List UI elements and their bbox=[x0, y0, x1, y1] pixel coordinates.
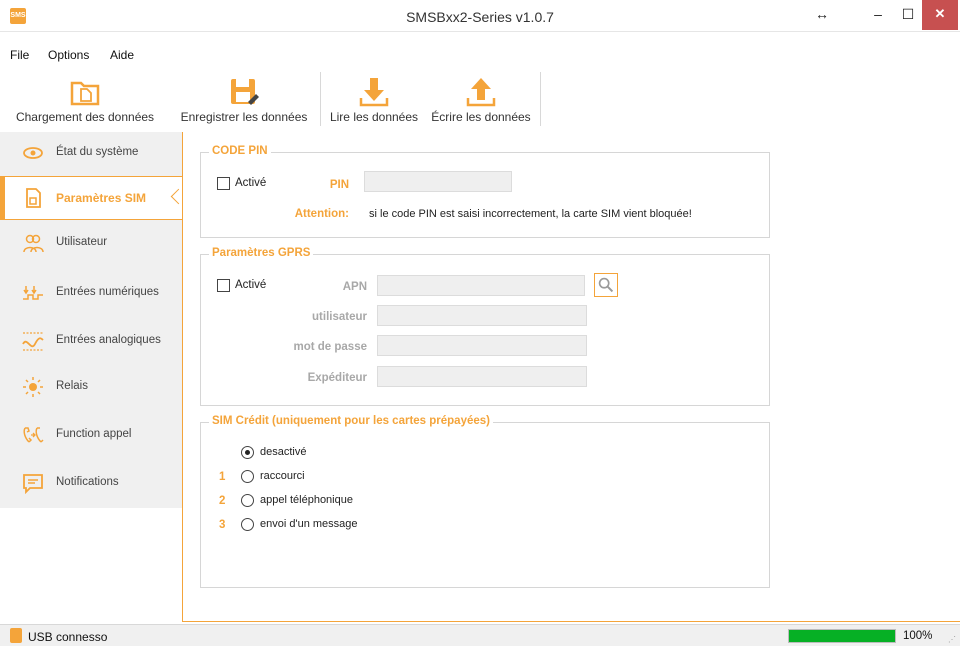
load-data-button[interactable]: Chargement des données bbox=[4, 72, 166, 130]
credit-radio-message[interactable] bbox=[241, 518, 254, 531]
gprs-sender-input[interactable] bbox=[377, 366, 587, 387]
apn-input[interactable] bbox=[377, 275, 585, 296]
sidebar-item-label: Function appel bbox=[56, 428, 132, 440]
gprs-password-label: mot de passe bbox=[293, 341, 368, 353]
maximize-button[interactable]: ☐ bbox=[894, 0, 922, 30]
read-data-button[interactable]: Lire les données bbox=[324, 72, 424, 130]
sidebar-item-label: État du système bbox=[56, 146, 139, 158]
sidebar-item-parametres-sim[interactable]: Paramètres SIM bbox=[0, 176, 182, 220]
save-icon bbox=[231, 79, 259, 105]
credit-option-label: raccourci bbox=[260, 470, 305, 482]
apn-label: APN bbox=[342, 281, 367, 293]
sidebar-item-function-appel[interactable]: Function appel bbox=[0, 414, 182, 458]
credit-radio-appel[interactable] bbox=[241, 494, 254, 507]
menu-file[interactable]: File bbox=[10, 48, 29, 62]
sidebar-item-entrees-numeriques[interactable]: Entrées numériques bbox=[0, 272, 182, 316]
load-data-label: Chargement des données bbox=[15, 110, 155, 124]
message-icon bbox=[23, 474, 43, 494]
sidebar-item-etat-systeme[interactable]: État du système bbox=[0, 132, 182, 176]
credit-option-number: 3 bbox=[219, 519, 226, 531]
credit-option-label: envoi d'un message bbox=[260, 518, 358, 530]
download-arrow-icon bbox=[359, 78, 389, 107]
sidebar-item-relais[interactable]: Relais bbox=[0, 366, 182, 410]
resize-grip[interactable]: ⋰ bbox=[948, 635, 956, 644]
credit-option-label: appel téléphonique bbox=[260, 494, 353, 506]
gprs-enabled-label: Activé bbox=[235, 279, 267, 291]
sidebar-item-label: Paramètres SIM bbox=[56, 191, 147, 205]
toolbar-separator bbox=[540, 72, 541, 126]
sidebar: État du système Paramètres SIM Utilisate… bbox=[0, 132, 182, 508]
pin-group: CODE PIN Activé PIN Attention: si le cod… bbox=[200, 145, 770, 238]
credit-group: SIM Crédit (uniquement pour les cartes p… bbox=[200, 415, 770, 588]
eye-icon bbox=[23, 147, 43, 159]
pin-input[interactable] bbox=[364, 171, 512, 192]
users-icon bbox=[23, 234, 44, 253]
close-button[interactable]: ✕ bbox=[922, 0, 958, 30]
pin-label: PIN bbox=[329, 179, 349, 191]
toolbar-separator bbox=[320, 72, 321, 126]
content-border bbox=[182, 621, 960, 622]
apn-search-button[interactable] bbox=[594, 273, 618, 297]
credit-option-number: 1 bbox=[219, 471, 226, 483]
sidebar-item-label: Relais bbox=[56, 380, 88, 392]
credit-radio-desactive[interactable] bbox=[241, 446, 254, 459]
gprs-group-title: Paramètres GPRS bbox=[209, 247, 314, 259]
pin-enabled-label: Activé bbox=[235, 177, 267, 189]
title-bar: SMS SMSBxx2-Series v1.0.7 ↔ – ☐ ✕ bbox=[0, 0, 960, 32]
attention-label: Attention: bbox=[294, 208, 349, 220]
sidebar-item-label: Entrées numériques bbox=[56, 286, 159, 298]
gprs-enabled-checkbox[interactable] bbox=[217, 279, 230, 292]
progress-text: 100% bbox=[903, 630, 933, 642]
write-data-label: Écrire les données bbox=[431, 110, 531, 124]
progress-bar bbox=[788, 629, 896, 643]
save-data-button[interactable]: Enregistrer les données bbox=[176, 72, 312, 130]
credit-group-title: SIM Crédit (uniquement pour les cartes p… bbox=[209, 415, 493, 427]
read-data-label: Lire les données bbox=[329, 110, 419, 124]
upload-arrow-icon bbox=[466, 78, 496, 107]
digital-input-icon bbox=[23, 286, 43, 300]
sidebar-item-utilisateur[interactable]: Utilisateur bbox=[0, 222, 182, 266]
menu-aide[interactable]: Aide bbox=[110, 48, 134, 62]
save-data-label: Enregistrer les données bbox=[180, 110, 308, 124]
pin-enabled-checkbox[interactable] bbox=[217, 177, 230, 190]
sidebar-item-notifications[interactable]: Notifications bbox=[0, 462, 182, 506]
sidebar-item-label: Entrées analogiques bbox=[56, 334, 161, 346]
credit-radio-raccourci[interactable] bbox=[241, 470, 254, 483]
status-bar: USB connesso 100% ⋰ bbox=[0, 624, 960, 646]
sidebar-item-entrees-analogiques[interactable]: Entrées analogiques bbox=[0, 320, 182, 364]
folder-open-icon bbox=[70, 81, 100, 106]
sim-card-icon bbox=[26, 188, 41, 208]
gprs-group: Paramètres GPRS Activé APN utilisateur m… bbox=[200, 247, 770, 406]
write-data-button[interactable]: Écrire les données bbox=[428, 72, 534, 130]
connection-status: USB connesso bbox=[28, 630, 108, 644]
sidebar-item-label: Notifications bbox=[56, 476, 119, 488]
content-border bbox=[182, 132, 183, 622]
analog-input-icon bbox=[22, 332, 44, 351]
attention-text: si le code PIN est saisi incorrectement,… bbox=[369, 208, 692, 220]
gprs-password-input[interactable] bbox=[377, 335, 587, 356]
credit-option-number: 2 bbox=[219, 495, 226, 507]
menu-options[interactable]: Options bbox=[48, 48, 89, 62]
gprs-sender-label: Expéditeur bbox=[307, 372, 367, 384]
toolbar: Chargement des données Enregistrer les d… bbox=[0, 72, 960, 130]
usb-icon bbox=[10, 628, 22, 643]
search-icon bbox=[598, 277, 614, 293]
resize-icon[interactable]: ↔ bbox=[808, 0, 836, 30]
minimize-button[interactable]: – bbox=[864, 0, 892, 30]
gprs-user-input[interactable] bbox=[377, 305, 587, 326]
pin-group-title: CODE PIN bbox=[209, 145, 271, 157]
credit-option-label: desactivé bbox=[260, 446, 307, 458]
relay-bulb-icon bbox=[23, 377, 43, 397]
sidebar-item-label: Utilisateur bbox=[56, 236, 108, 248]
phone-call-icon bbox=[23, 427, 44, 443]
progress-fill bbox=[789, 630, 895, 642]
gprs-user-label: utilisateur bbox=[312, 311, 367, 323]
